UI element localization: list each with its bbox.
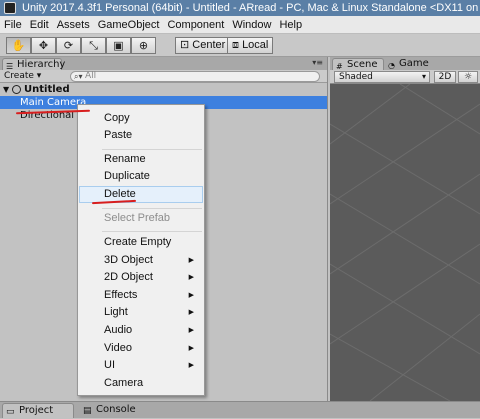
menu-window[interactable]: Window — [228, 16, 275, 34]
menu-separator — [102, 149, 202, 150]
expand-triangle-icon[interactable]: ▼ — [3, 83, 9, 96]
rect-tool-icon[interactable]: ▣ — [106, 37, 131, 54]
search-placeholder: All — [85, 71, 97, 81]
menu-item-label: Light — [104, 306, 128, 318]
submenu-arrow-icon: ▶ — [188, 362, 194, 369]
menu-edit[interactable]: Edit — [26, 16, 53, 34]
search-icon: ⌕▾ — [74, 72, 83, 81]
hierarchy-search-input[interactable]: ⌕▾ All — [70, 71, 320, 82]
rotation-label: Local — [242, 39, 269, 51]
hierarchy-tab-row: ☰ Hierarchy ▾≡ — [0, 57, 327, 71]
tab-project[interactable]: ▭ Project — [2, 403, 74, 418]
console-tab-label: Console — [96, 404, 136, 415]
menu-item-label: 2D Object — [104, 271, 153, 283]
context-menu: Copy Paste Rename Duplicate Delete Selec… — [77, 104, 205, 396]
menu-bar: File Edit Assets GameObject Component Window H… — [0, 16, 480, 34]
center-icon: ⊡ — [180, 39, 193, 51]
submenu-arrow-icon: ▶ — [188, 345, 194, 352]
menu-item-select-prefab: Select Prefab — [79, 210, 203, 227]
menu-item-label: Effects — [104, 289, 138, 301]
menu-item-label: Rename — [104, 153, 146, 165]
pivot-label: Center — [192, 39, 226, 51]
bottom-tab-row: ▭ Project ▤ Console — [0, 401, 480, 418]
menu-gameobject[interactable]: GameObject — [94, 16, 164, 34]
scale-tool-icon[interactable]: ⤡ — [81, 37, 106, 54]
menu-item-effects[interactable]: Effects ▶ — [79, 287, 203, 304]
hand-tool-icon[interactable]: ✋ — [6, 37, 31, 54]
menu-item-video[interactable]: Video ▶ — [79, 340, 203, 357]
menu-item-camera[interactable]: Camera — [79, 375, 203, 392]
create-dropdown[interactable]: Create ▾ — [4, 71, 41, 82]
menu-item-copy[interactable]: Copy — [79, 110, 203, 127]
scene-lighting-icon[interactable]: ☼ — [458, 71, 478, 83]
scene-grid-view[interactable] — [330, 84, 480, 401]
menu-item-label: 3D Object — [104, 254, 153, 266]
hierarchy-toolbar: Create ▾ ⌕▾ All — [0, 70, 327, 83]
main-toolbar: ✋ ✥ ⟳ ⤡ ▣ ⊕ ⊡ Center ⧈ Local — [0, 34, 480, 57]
menu-item-label: Audio — [104, 324, 133, 336]
menu-item-label: Duplicate — [104, 170, 150, 182]
unity-logo-icon — [4, 2, 16, 14]
menu-help[interactable]: Help — [275, 16, 306, 34]
tab-scene[interactable]: # Scene — [332, 58, 384, 71]
pivot-rotation-toggle[interactable]: ⧈ Local — [227, 37, 274, 54]
menu-item-2d-object[interactable]: 2D Object ▶ — [79, 269, 203, 286]
menu-item-label: Copy — [104, 112, 130, 124]
game-tab-label: Game — [399, 58, 429, 69]
scene-panel: # Scene ◔ Game Shaded ▾ 2D ☼ — [330, 57, 480, 401]
menu-item-label: Paste — [104, 129, 133, 141]
menu-item-label: Delete — [104, 188, 136, 200]
rotate-tool-icon[interactable]: ⟳ — [56, 37, 81, 54]
menu-item-label: Create Empty — [104, 236, 172, 248]
window-title-bar: Unity 2017.4.3f1 Personal (64bit) - Unti… — [0, 0, 480, 16]
menu-item-delete[interactable]: Delete — [79, 186, 203, 203]
folder-icon: ▭ — [6, 407, 15, 417]
menu-item-paste[interactable]: Paste — [79, 127, 203, 144]
shading-mode-dropdown[interactable]: Shaded ▾ — [334, 71, 430, 83]
project-tab-label: Project — [19, 405, 54, 416]
menu-item-label: UI — [104, 359, 115, 371]
pivot-center-toggle[interactable]: ⊡ Center — [175, 37, 231, 54]
submenu-arrow-icon: ▶ — [188, 257, 194, 264]
dropdown-arrow-icon: ▾ — [421, 72, 426, 81]
submenu-arrow-icon: ▶ — [188, 309, 194, 316]
menu-item-rename[interactable]: Rename — [79, 151, 203, 168]
menu-file[interactable]: File — [0, 16, 26, 34]
window-title: Unity 2017.4.3f1 Personal (64bit) - Unti… — [22, 2, 480, 14]
menu-component[interactable]: Component — [163, 16, 228, 34]
menu-item-create-empty[interactable]: Create Empty — [79, 234, 203, 251]
move-tool-icon[interactable]: ✥ — [31, 37, 56, 54]
menu-item-label: Video — [104, 342, 132, 354]
submenu-arrow-icon: ▶ — [188, 327, 194, 334]
tab-hierarchy[interactable]: ☰ Hierarchy — [2, 58, 66, 71]
scene-name: Untitled — [24, 84, 70, 95]
unity-scene-icon — [12, 85, 21, 94]
menu-item-light[interactable]: Light ▶ — [79, 304, 203, 321]
menu-item-duplicate[interactable]: Duplicate — [79, 168, 203, 185]
menu-separator — [102, 208, 202, 209]
menu-item-3d-object[interactable]: 3D Object ▶ — [79, 252, 203, 269]
local-icon: ⧈ — [232, 39, 243, 51]
menu-item-label: Camera — [104, 377, 144, 389]
transform-tool-icon[interactable]: ⊕ — [131, 37, 156, 54]
console-icon: ▤ — [83, 406, 92, 416]
submenu-arrow-icon: ▶ — [188, 274, 194, 281]
menu-assets[interactable]: Assets — [53, 16, 94, 34]
2d-mode-toggle[interactable]: 2D — [434, 71, 456, 83]
scene-root-row[interactable]: ▼ Untitled — [0, 83, 327, 96]
scene-tab-label: Scene — [347, 59, 378, 70]
menu-item-label: Select Prefab — [104, 212, 171, 224]
tab-game[interactable]: ◔ Game — [385, 58, 437, 70]
scene-tab-row: # Scene ◔ Game — [330, 57, 480, 71]
hierarchy-tab-label: Hierarchy — [17, 59, 66, 70]
menu-item-audio[interactable]: Audio ▶ — [79, 322, 203, 339]
menu-item-ui[interactable]: UI ▶ — [79, 357, 203, 374]
shading-mode-label: Shaded — [339, 72, 373, 82]
scene-toolbar: Shaded ▾ 2D ☼ — [330, 70, 480, 84]
panel-options-icon[interactable]: ▾≡ — [312, 58, 323, 67]
submenu-arrow-icon: ▶ — [188, 292, 194, 299]
tab-console[interactable]: ▤ Console — [80, 403, 152, 418]
menu-separator — [102, 231, 202, 232]
